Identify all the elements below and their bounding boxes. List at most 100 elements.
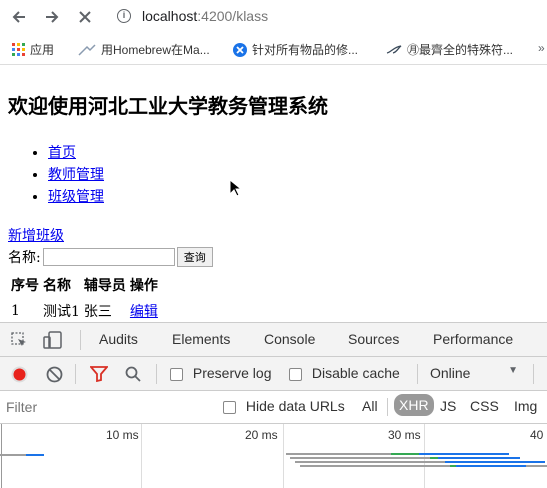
nav-item-classes: 班级管理	[48, 186, 104, 208]
filter-icon	[89, 366, 109, 383]
bird-icon	[386, 44, 402, 54]
info-icon[interactable]: i	[117, 9, 131, 23]
cell-name: 测试1	[43, 304, 80, 320]
col-header-counselor: 辅导员	[83, 278, 126, 294]
timeline-tick-line	[1, 424, 2, 488]
timeline-tick-line	[424, 424, 425, 488]
bookmark-homebrew[interactable]: 用Homebrew在Ma...	[78, 41, 210, 58]
throttle-value: Online	[430, 365, 471, 381]
type-filter-js[interactable]: JS	[440, 398, 456, 414]
type-filter-xhr[interactable]: XHR	[394, 394, 434, 416]
device-toolbar-icon[interactable]	[43, 331, 63, 352]
col-header-name: 名称	[43, 278, 71, 294]
disable-cache-label: Disable cache	[311, 365, 400, 381]
toolbar-separator	[156, 364, 157, 384]
bookmarks-bar: 应用 用Homebrew在Ma... 针对所有物品的修... ㊊最齊全的特殊符.…	[0, 34, 547, 65]
nav-link-home[interactable]: 首页	[48, 145, 76, 161]
request-bar	[0, 454, 26, 456]
dropdown-arrow-icon: ▼	[508, 365, 518, 376]
hide-data-urls-checkbox[interactable]	[223, 400, 236, 414]
search-button[interactable]: 查询	[176, 247, 213, 267]
cell-action: 编辑	[129, 299, 159, 323]
filter-bar: Hide data URLs All XHR JS CSS Img	[0, 391, 547, 424]
search-button[interactable]	[125, 366, 141, 385]
filter-separator	[387, 398, 388, 416]
homebrew-icon	[78, 43, 96, 56]
toolbar-separator	[533, 364, 534, 384]
tab-performance[interactable]: Performance	[433, 331, 513, 347]
type-filter-img[interactable]: Img	[514, 398, 537, 414]
preserve-log-option[interactable]: Preserve log	[170, 365, 271, 381]
edit-link[interactable]: 编辑	[130, 304, 158, 320]
clear-button[interactable]	[46, 366, 63, 386]
timeline-tick-line	[283, 424, 284, 488]
request-bar	[526, 465, 547, 467]
throttle-select[interactable]: Online ▼	[430, 365, 522, 381]
tab-audits[interactable]: Audits	[99, 331, 138, 347]
tab-elements[interactable]: Elements	[172, 331, 230, 347]
network-toolbar: Preserve log Disable cache Online ▼	[0, 357, 547, 391]
hide-data-urls-option[interactable]: Hide data URLs	[223, 398, 345, 414]
forward-icon[interactable]	[41, 6, 63, 28]
preserve-log-label: Preserve log	[192, 365, 272, 381]
filter-toggle-button[interactable]	[89, 366, 109, 385]
tab-console[interactable]: Console	[264, 331, 315, 347]
devtools-tabbar: Audits Elements Console Sources Performa…	[0, 323, 547, 357]
browser-toolbar: i localhost:4200/klass	[0, 0, 547, 34]
address-bar[interactable]: localhost:4200/klass	[142, 8, 268, 24]
col-header-action: 操作	[129, 278, 158, 294]
cell-counselor: 张三	[83, 304, 112, 320]
search-label: 名称:	[8, 250, 41, 266]
devtools-panel: Audits Elements Console Sources Performa…	[0, 322, 547, 488]
bookmark-symbols[interactable]: ㊊最齊全的特殊符...	[386, 41, 513, 58]
add-class-link[interactable]: 新增班级	[8, 225, 64, 245]
mouse-cursor-icon	[229, 179, 241, 197]
col-header-id: 序号	[11, 278, 39, 294]
record-icon	[11, 366, 28, 383]
nav-item-teachers: 教师管理	[48, 164, 104, 186]
request-bar	[300, 465, 450, 467]
tabbar-separator	[80, 330, 81, 350]
bookmark-label: 用Homebrew在Ma...	[101, 43, 210, 57]
inspect-element-icon[interactable]	[11, 332, 28, 352]
request-bar	[295, 461, 445, 463]
search-icon	[125, 366, 141, 382]
record-button[interactable]	[11, 366, 28, 386]
timeline-tick-label: 10 ms	[106, 428, 139, 442]
request-bar	[419, 453, 509, 455]
disable-cache-checkbox[interactable]	[289, 367, 302, 381]
bookmark-label: 应用	[30, 43, 55, 57]
nav-item-home: 首页	[48, 142, 104, 164]
bookmark-label: ㊊最齊全的特殊符...	[407, 43, 514, 57]
toolbar-separator	[75, 364, 76, 384]
request-bar	[26, 454, 44, 456]
clear-icon	[46, 366, 63, 383]
type-filter-css[interactable]: CSS	[470, 398, 499, 414]
type-filter-all[interactable]: All	[362, 398, 378, 414]
name-search-input[interactable]	[42, 248, 175, 266]
request-bar	[290, 457, 430, 459]
timeline-tick-label: 30 ms	[388, 428, 421, 442]
x-circle-icon	[233, 42, 247, 57]
url-host: localhost	[142, 8, 198, 24]
preserve-log-checkbox[interactable]	[170, 367, 183, 381]
nav-link-teachers[interactable]: 教师管理	[48, 167, 104, 183]
stop-icon[interactable]	[74, 6, 96, 28]
class-table: 序号 名称 辅导员 操作 1 测试1 张三 编辑	[8, 271, 161, 325]
filter-input[interactable]	[4, 397, 208, 417]
bookmark-apps[interactable]: 应用	[12, 41, 54, 58]
apps-grid-icon	[12, 43, 25, 56]
bookmarks-overflow[interactable]: »	[538, 41, 545, 55]
back-icon[interactable]	[8, 6, 30, 28]
nav-link-classes[interactable]: 班级管理	[48, 189, 104, 205]
table-row: 1 测试1 张三 编辑	[10, 299, 159, 323]
page-title: 欢迎使用河北工业大学教务管理系统	[8, 94, 328, 118]
request-bar	[430, 457, 438, 459]
cell-id: 1	[11, 303, 20, 319]
request-bar	[456, 465, 526, 467]
disable-cache-option[interactable]: Disable cache	[289, 365, 400, 381]
toolbar-separator	[417, 364, 418, 384]
tab-sources[interactable]: Sources	[348, 331, 399, 347]
bookmark-item-mod[interactable]: 针对所有物品的修...	[233, 41, 358, 58]
network-overview-timeline[interactable]: 10 ms 20 ms 30 ms 40	[0, 424, 547, 488]
